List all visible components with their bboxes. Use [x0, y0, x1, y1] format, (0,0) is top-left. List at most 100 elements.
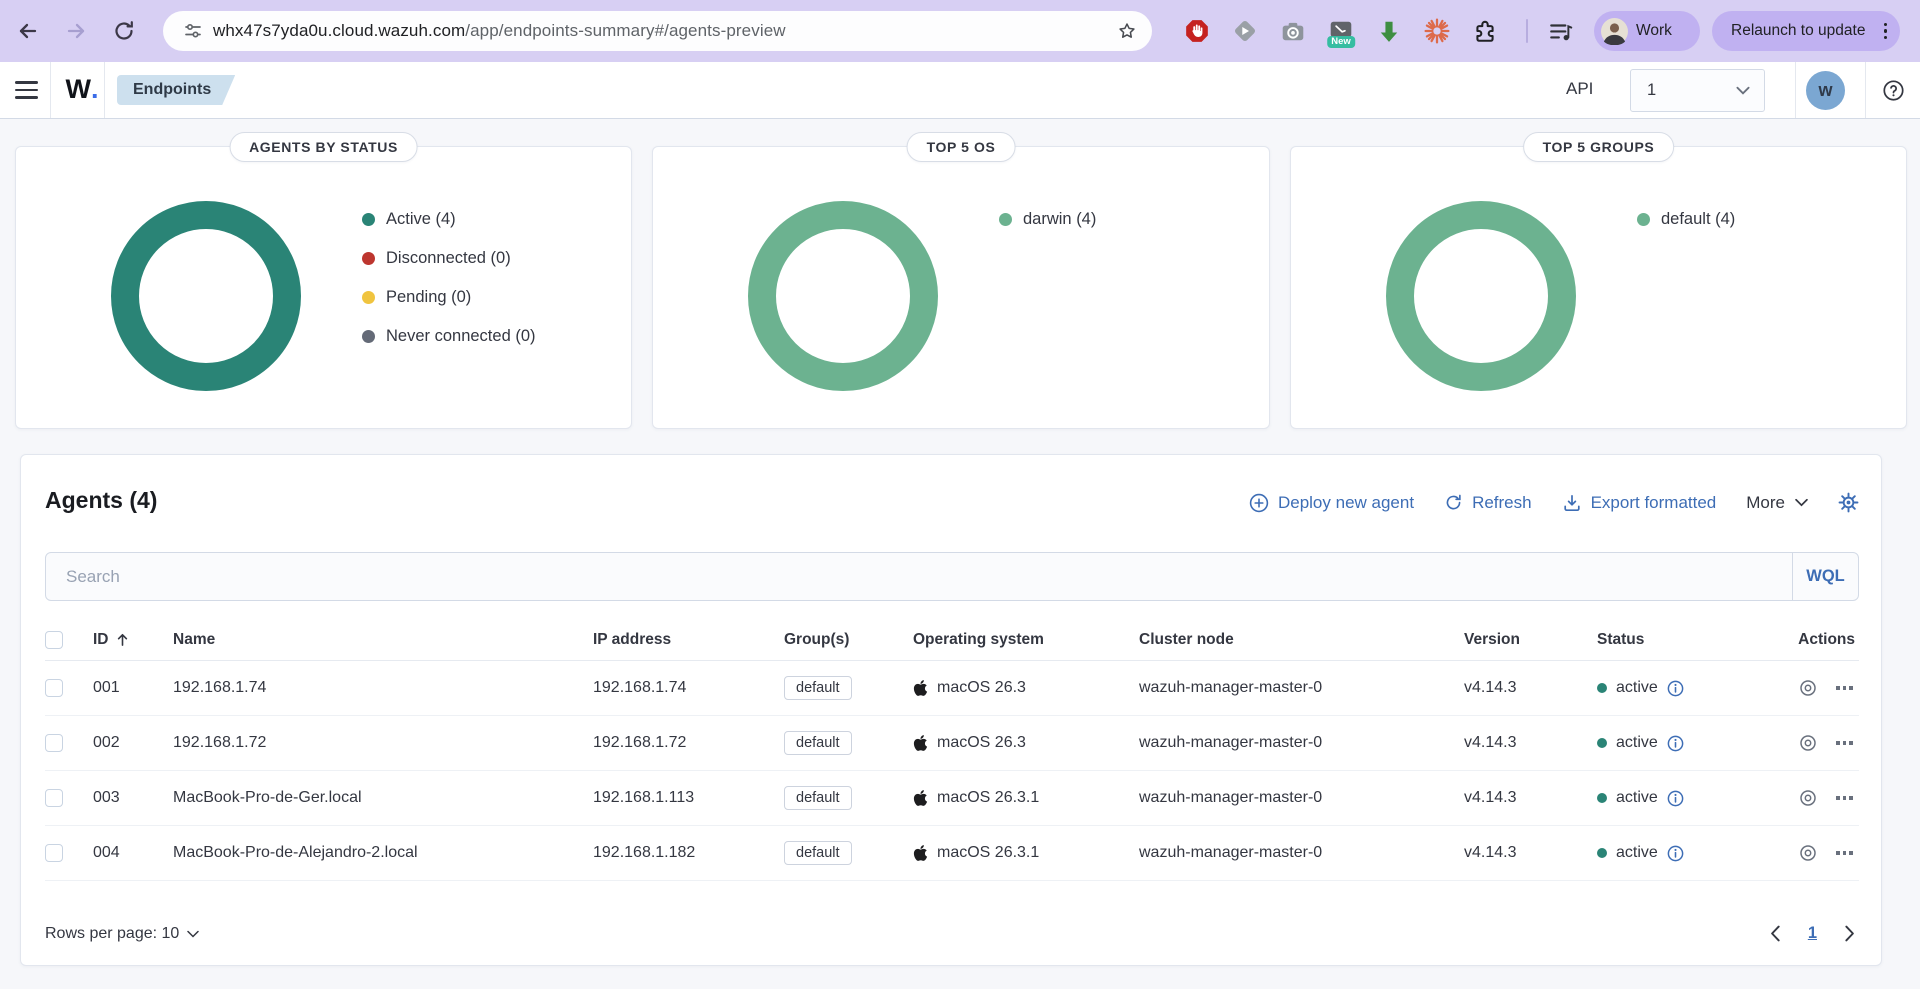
user-avatar[interactable]: w — [1806, 71, 1845, 110]
view-agent-eye-icon[interactable] — [1799, 789, 1817, 807]
column-header-groups[interactable]: Group(s) — [784, 631, 913, 649]
help-icon[interactable] — [1882, 79, 1905, 102]
bookmark-star-icon[interactable] — [1116, 20, 1138, 42]
row-actions-ellipsis-icon[interactable] — [1836, 851, 1853, 855]
legend-item-pending[interactable]: Pending (0) — [362, 278, 536, 317]
rows-per-page-selector[interactable]: Rows per page: 10 — [45, 925, 199, 943]
view-agent-eye-icon[interactable] — [1799, 844, 1817, 862]
sort-ascending-icon — [115, 632, 130, 647]
column-header-name[interactable]: Name — [173, 631, 593, 649]
status-info-icon[interactable] — [1667, 845, 1684, 862]
table-settings-gear-icon[interactable] — [1838, 492, 1859, 513]
row-checkbox[interactable] — [45, 844, 63, 862]
media-controls-icon[interactable] — [1548, 19, 1574, 45]
top-5-groups-card: TOP 5 GROUPS default (4) — [1290, 146, 1907, 429]
screenshot-extension-icon[interactable] — [1280, 18, 1306, 44]
view-agent-eye-icon[interactable] — [1799, 734, 1817, 752]
table-row[interactable]: 001 192.168.1.74 192.168.1.74 default ma… — [45, 661, 1859, 716]
breadcrumb-endpoints[interactable]: Endpoints — [117, 75, 235, 105]
browser-menu-icon[interactable] — [1884, 23, 1888, 40]
row-actions-ellipsis-icon[interactable] — [1836, 686, 1853, 690]
browser-profile-button[interactable]: Work — [1594, 11, 1700, 51]
column-header-version[interactable]: Version — [1464, 631, 1597, 649]
dev-extension-icon[interactable] — [1232, 18, 1258, 44]
more-button[interactable]: More — [1746, 493, 1808, 513]
cell-name: MacBook-Pro-de-Ger.local — [173, 789, 593, 807]
row-checkbox[interactable] — [45, 734, 63, 752]
status-label: active — [1616, 734, 1658, 752]
browser-refresh-icon[interactable] — [112, 19, 136, 43]
view-agent-eye-icon[interactable] — [1799, 679, 1817, 697]
table-row[interactable]: 002 192.168.1.72 192.168.1.72 default ma… — [45, 716, 1859, 771]
status-info-icon[interactable] — [1667, 735, 1684, 752]
column-header-ip[interactable]: IP address — [593, 631, 784, 649]
group-badge[interactable]: default — [784, 786, 852, 810]
legend-item-default[interactable]: default (4) — [1637, 200, 1735, 239]
column-header-status[interactable]: Status — [1597, 631, 1791, 649]
legend-item-active[interactable]: Active (4) — [362, 200, 536, 239]
group-badge[interactable]: default — [784, 731, 852, 755]
next-page-icon[interactable] — [1844, 925, 1855, 942]
adblock-extension-icon[interactable] — [1184, 18, 1210, 44]
cell-os: macOS 26.3.1 — [937, 789, 1039, 807]
page-number-1[interactable]: 1 — [1808, 924, 1817, 943]
status-label: active — [1616, 679, 1658, 697]
browser-forward-icon[interactable] — [64, 19, 88, 43]
table-header-row: ID Name IP address Group(s) Operating sy… — [45, 619, 1859, 661]
legend: darwin (4) — [999, 200, 1096, 239]
search-input[interactable] — [46, 553, 1792, 600]
header-divider — [1795, 62, 1796, 118]
legend: Active (4) Disconnected (0) Pending (0) … — [362, 200, 536, 356]
top-5-groups-donut[interactable] — [1386, 201, 1576, 391]
refresh-button[interactable]: Refresh — [1444, 493, 1532, 513]
agents-panel: Agents (4) Deploy new agent Refresh Expo… — [20, 454, 1882, 966]
card-title: TOP 5 OS — [907, 132, 1016, 162]
table-row[interactable]: 003 MacBook-Pro-de-Ger.local 192.168.1.1… — [45, 771, 1859, 826]
download-extension-icon[interactable] — [1376, 18, 1402, 44]
api-selector[interactable]: 1 — [1630, 69, 1765, 112]
menu-hamburger-icon[interactable] — [15, 81, 38, 99]
row-checkbox[interactable] — [45, 679, 63, 697]
profile-avatar — [1601, 18, 1628, 45]
legend-item-disconnected[interactable]: Disconnected (0) — [362, 239, 536, 278]
column-header-actions: Actions — [1791, 631, 1859, 649]
row-actions-ellipsis-icon[interactable] — [1836, 796, 1853, 800]
group-badge[interactable]: default — [784, 841, 852, 865]
pagination: 1 — [1770, 924, 1855, 943]
status-label: active — [1616, 789, 1658, 807]
agents-by-status-donut[interactable] — [111, 201, 301, 391]
wql-language-button[interactable]: WQL — [1792, 553, 1858, 600]
row-actions-ellipsis-icon[interactable] — [1836, 741, 1853, 745]
status-info-icon[interactable] — [1667, 680, 1684, 697]
cell-cluster: wazuh-manager-master-0 — [1139, 844, 1464, 862]
deploy-new-agent-button[interactable]: Deploy new agent — [1249, 493, 1414, 513]
row-checkbox[interactable] — [45, 789, 63, 807]
starburst-extension-icon[interactable] — [1424, 18, 1450, 44]
column-header-id[interactable]: ID — [93, 631, 173, 649]
column-header-os[interactable]: Operating system — [913, 631, 1139, 649]
address-bar[interactable]: whx47s7yda0u.cloud.wazuh.com/app/endpoin… — [163, 11, 1152, 51]
legend: default (4) — [1637, 200, 1735, 239]
group-badge[interactable]: default — [784, 676, 852, 700]
site-info-icon[interactable] — [183, 21, 203, 41]
apple-icon — [913, 679, 928, 697]
wazuh-logo[interactable]: W. — [60, 74, 104, 105]
previous-page-icon[interactable] — [1770, 925, 1781, 942]
legend-dot — [362, 291, 375, 304]
status-dot — [1597, 848, 1607, 858]
column-header-cluster[interactable]: Cluster node — [1139, 631, 1464, 649]
new-extension-icon[interactable]: New — [1328, 18, 1354, 44]
toolbar-separator — [1526, 19, 1528, 43]
status-info-icon[interactable] — [1667, 790, 1684, 807]
extensions-puzzle-icon[interactable] — [1472, 18, 1498, 44]
select-all-checkbox[interactable] — [45, 631, 63, 649]
top-5-os-donut[interactable] — [748, 201, 938, 391]
legend-item-darwin[interactable]: darwin (4) — [999, 200, 1096, 239]
export-formatted-button[interactable]: Export formatted — [1562, 493, 1717, 513]
table-row[interactable]: 004 MacBook-Pro-de-Alejandro-2.local 192… — [45, 826, 1859, 881]
legend-item-never-connected[interactable]: Never connected (0) — [362, 317, 536, 356]
browser-back-icon[interactable] — [16, 19, 40, 43]
header-divider — [1865, 62, 1866, 118]
relaunch-to-update-button[interactable]: Relaunch to update — [1712, 11, 1900, 51]
legend-dot — [1637, 213, 1650, 226]
